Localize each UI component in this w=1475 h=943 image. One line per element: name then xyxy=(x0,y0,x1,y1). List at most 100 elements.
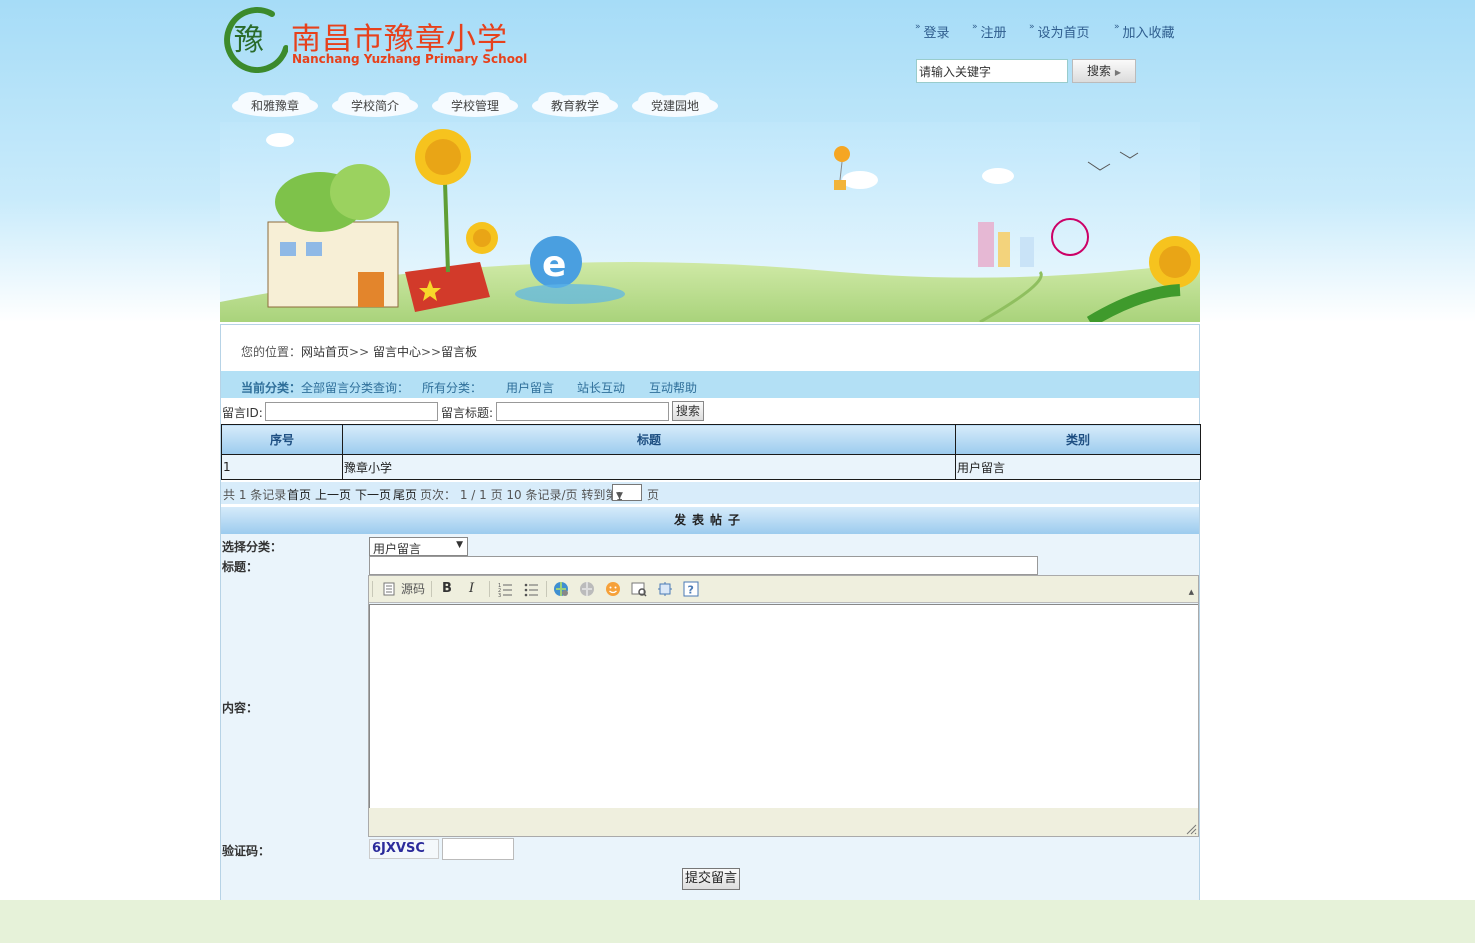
pager-first-link[interactable]: 首页 xyxy=(287,486,311,503)
breadcrumb-prefix: 您的位置： xyxy=(241,345,302,359)
help-icon[interactable]: ? xyxy=(683,581,699,597)
category-user-message[interactable]: 用户留言 xyxy=(506,379,554,396)
message-title-input[interactable] xyxy=(496,402,669,421)
svg-text:3: 3 xyxy=(498,593,501,597)
breadcrumb-home-link[interactable]: 网站首页 xyxy=(301,345,349,359)
resize-handle-icon[interactable] xyxy=(1185,823,1197,835)
nav-label: 教育教学 xyxy=(550,99,599,113)
editor-toolbar: 源码 B I 123 ? ▲ xyxy=(369,576,1198,603)
ordered-list-icon[interactable]: 123 xyxy=(497,581,513,597)
double-arrow-icon: » xyxy=(915,22,921,32)
pagination: 共 1 条记录 首页 上一页 下一页 尾页 页次： 1 / 1 页 10 条记录… xyxy=(221,482,1199,504)
category-select-value: 用户留言 xyxy=(373,542,422,556)
italic-icon[interactable]: I xyxy=(469,581,474,597)
bold-icon[interactable]: B xyxy=(442,581,452,597)
post-content-textarea[interactable] xyxy=(369,604,1198,808)
message-table: 序号 标题 类别 1 豫章小学 用户留言 xyxy=(221,424,1201,480)
content-field-label: 内容： xyxy=(222,701,259,715)
category-help[interactable]: 互动帮助 xyxy=(649,379,697,396)
unordered-list-icon[interactable] xyxy=(523,581,539,597)
column-header-index: 序号 xyxy=(221,424,343,455)
remove-link-icon[interactable] xyxy=(579,581,595,597)
top-links: » 登录 » 注册 » 设为首页 » 加入收藏 xyxy=(915,22,1195,42)
category-query-link[interactable]: 全部留言分类查询： xyxy=(301,379,409,396)
breadcrumb-center-link[interactable]: 留言中心 xyxy=(373,345,421,359)
search-button-label: 搜索 xyxy=(1087,64,1112,78)
nav-item-heya[interactable]: 和雅豫章 xyxy=(230,88,320,120)
nav-label: 学校管理 xyxy=(450,99,499,113)
submit-message-button[interactable]: 提交留言 xyxy=(682,868,740,890)
set-homepage-label: 设为首页 xyxy=(1037,26,1090,41)
editor-footer xyxy=(369,808,1198,836)
column-header-category: 类别 xyxy=(955,424,1201,455)
dropdown-arrow-icon: ▼ xyxy=(616,491,623,501)
nav-label: 和雅豫章 xyxy=(250,99,299,113)
category-select[interactable]: 用户留言 ▼ xyxy=(369,537,468,556)
source-code-button[interactable]: 源码 xyxy=(401,581,425,597)
breadcrumb: 您的位置：网站首页>> 留言中心>>留言板 xyxy=(241,343,477,360)
pager-page-select[interactable]: 1 ▼ xyxy=(612,484,642,503)
site-search-button[interactable]: 搜索 ▶ xyxy=(1072,59,1136,83)
breadcrumb-separator: >> xyxy=(420,345,442,359)
site-logo[interactable]: 豫 南昌市豫章小学 Nanchang Yuzhang Primary Schoo… xyxy=(220,6,527,76)
pager-total: 共 1 条记录 xyxy=(223,488,287,502)
breadcrumb-separator: >> xyxy=(349,345,373,359)
register-link[interactable]: » 注册 xyxy=(972,22,1007,41)
logo-emblem-icon: 豫 xyxy=(224,7,288,73)
site-search-input[interactable]: 请输入关键字 xyxy=(916,59,1068,83)
svg-text:?: ? xyxy=(688,584,694,597)
register-label: 注册 xyxy=(980,26,1007,41)
insert-link-icon[interactable] xyxy=(553,581,569,597)
message-board-content: 您的位置：网站首页>> 留言中心>>留言板 当前分类： 全部留言分类查询： 所有… xyxy=(220,324,1201,900)
nav-item-teaching[interactable]: 教育教学 xyxy=(530,88,620,120)
login-link[interactable]: » 登录 xyxy=(915,22,950,41)
logo-english-name: Nanchang Yuzhang Primary School xyxy=(292,52,528,66)
double-arrow-icon: » xyxy=(1029,22,1035,32)
pager-last-link[interactable]: 尾页 xyxy=(393,486,417,503)
set-homepage-link[interactable]: » 设为首页 xyxy=(1029,22,1090,41)
message-id-input[interactable] xyxy=(265,402,438,421)
post-form-heading: 发表帖子 xyxy=(221,507,1199,534)
rich-text-editor: 源码 B I 123 ? ▲ xyxy=(368,575,1199,837)
category-admin-interaction[interactable]: 站长互动 xyxy=(577,379,625,396)
pager-next-link[interactable]: 下一页 xyxy=(355,486,391,503)
header-banner-illustration: e xyxy=(220,122,1200,322)
dropdown-arrow-icon: ▼ xyxy=(456,540,463,550)
breadcrumb-current: 留言板 xyxy=(441,345,478,359)
insert-image-icon[interactable] xyxy=(631,581,647,597)
message-id-label: 留言ID: xyxy=(222,406,263,420)
category-select-label: 选择分类： xyxy=(222,540,283,554)
logo-character: 豫 xyxy=(234,23,264,58)
all-categories-label: 所有分类： xyxy=(422,381,483,395)
maximize-icon[interactable] xyxy=(657,581,673,597)
add-favorite-label: 加入收藏 xyxy=(1122,26,1175,41)
toolbar-separator xyxy=(372,581,373,597)
title-field-label: 标题： xyxy=(222,560,259,574)
captcha-input[interactable] xyxy=(442,838,514,860)
row-category: 用户留言 xyxy=(955,454,1201,480)
pager-prev-link[interactable]: 上一页 xyxy=(315,486,351,503)
message-title-label: 留言标题: xyxy=(441,406,494,420)
pager-info: 页次： 1 / 1 页 10 条记录/页 转到第 xyxy=(420,488,618,502)
row-title-link[interactable]: 豫章小学 xyxy=(342,454,956,480)
add-favorite-link[interactable]: » 加入收藏 xyxy=(1114,22,1175,41)
category-bar: 当前分类： 全部留言分类查询： 所有分类： 用户留言 站长互动 互动帮助 xyxy=(221,371,1199,398)
play-arrow-icon: ▶ xyxy=(1114,68,1121,77)
filter-search-button[interactable]: 搜索 xyxy=(672,401,704,421)
post-form: 发表帖子 选择分类： 用户留言 ▼ 标题： 源码 B I 123 ? ▲ 内容：… xyxy=(221,507,1199,900)
nav-item-party[interactable]: 党建园地 xyxy=(630,88,720,120)
row-index: 1 xyxy=(221,454,343,480)
source-code-icon[interactable] xyxy=(381,581,397,597)
svg-text:e: e xyxy=(542,244,566,285)
post-title-input[interactable] xyxy=(369,556,1038,575)
nav-label: 党建园地 xyxy=(650,99,699,113)
collapse-toolbar-icon[interactable]: ▲ xyxy=(1189,588,1194,596)
table-row[interactable]: 1 豫章小学 用户留言 xyxy=(221,454,1201,480)
nav-item-management[interactable]: 学校管理 xyxy=(430,88,520,120)
toolbar-separator xyxy=(489,581,490,597)
captcha-image[interactable]: 6JXVSC xyxy=(369,839,439,859)
nav-item-intro[interactable]: 学校简介 xyxy=(330,88,420,120)
smiley-icon[interactable] xyxy=(605,581,621,597)
double-arrow-icon: » xyxy=(1114,22,1120,32)
captcha-label: 验证码： xyxy=(222,844,271,858)
